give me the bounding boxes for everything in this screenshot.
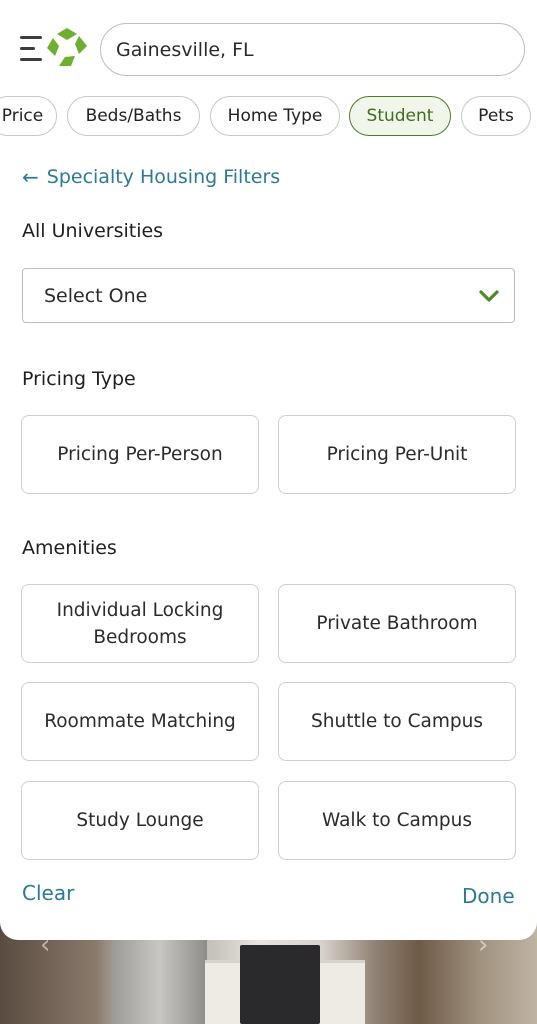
pricing-per-unit-option[interactable]: Pricing Per-Unit <box>278 415 516 494</box>
chip-pets[interactable]: Pets <box>461 96 531 136</box>
pricing-per-person-label: Pricing Per-Person <box>57 444 223 465</box>
chip-price-label: Price <box>1 106 44 126</box>
listing-photo-stove <box>240 945 320 1024</box>
universities-heading: All Universities <box>22 220 164 242</box>
amenity-private-bathroom[interactable]: Private Bathroom <box>278 584 516 663</box>
chip-student-label: Student <box>366 106 434 126</box>
listing-photo-fridge <box>112 935 207 1024</box>
chip-home-type[interactable]: Home Type <box>210 96 340 136</box>
chip-pets-label: Pets <box>478 106 514 126</box>
amenities-heading: Amenities <box>22 537 117 559</box>
filter-sheet: Gainesville, FL Price Beds/Baths Home Ty… <box>0 0 537 940</box>
chip-price[interactable]: Price <box>0 96 57 136</box>
amenity-label: Roommate Matching <box>44 711 236 732</box>
clear-button[interactable]: Clear <box>22 881 74 905</box>
chip-home-type-label: Home Type <box>227 106 323 126</box>
top-bar: Gainesville, FL <box>0 0 537 92</box>
chip-beds-baths[interactable]: Beds/Baths <box>67 96 200 136</box>
amenity-shuttle-to-campus[interactable]: Shuttle to Campus <box>278 682 516 761</box>
location-search-value: Gainesville, FL <box>116 38 254 61</box>
amenity-label: Walk to Campus <box>321 810 472 831</box>
chip-student[interactable]: Student <box>349 96 451 136</box>
arrow-left-icon: ← <box>22 165 39 189</box>
back-to-specialty-filters-link[interactable]: ← Specialty Housing Filters <box>22 163 280 191</box>
apartments-logo-icon[interactable] <box>45 26 89 68</box>
amenity-walk-to-campus[interactable]: Walk to Campus <box>278 781 516 860</box>
pricing-per-unit-label: Pricing Per-Unit <box>326 444 468 465</box>
back-link-label: Specialty Housing Filters <box>46 166 281 188</box>
done-button[interactable]: Done <box>462 884 515 908</box>
amenity-study-lounge[interactable]: Study Lounge <box>21 781 259 860</box>
location-search-input[interactable]: Gainesville, FL <box>100 23 525 76</box>
university-select[interactable]: Select One <box>22 268 515 323</box>
university-select-value: Select One <box>44 284 148 307</box>
amenity-label: Private Bathroom <box>316 613 478 634</box>
chip-beds-baths-label: Beds/Baths <box>85 106 182 126</box>
pricing-per-person-option[interactable]: Pricing Per-Person <box>21 415 259 494</box>
amenity-label: Shuttle to Campus <box>311 711 483 732</box>
amenity-individual-locking-bedrooms[interactable]: Individual Locking Bedrooms <box>21 584 259 663</box>
filter-chip-bar: Price Beds/Baths Home Type Student Pets <box>0 96 537 138</box>
amenity-roommate-matching[interactable]: Roommate Matching <box>21 682 259 761</box>
amenity-label: Study Lounge <box>76 810 204 831</box>
amenity-label: Individual Locking Bedrooms <box>56 599 224 648</box>
chevron-down-icon <box>479 290 499 302</box>
hamburger-menu-icon[interactable] <box>20 33 46 65</box>
pricing-type-heading: Pricing Type <box>22 368 136 390</box>
